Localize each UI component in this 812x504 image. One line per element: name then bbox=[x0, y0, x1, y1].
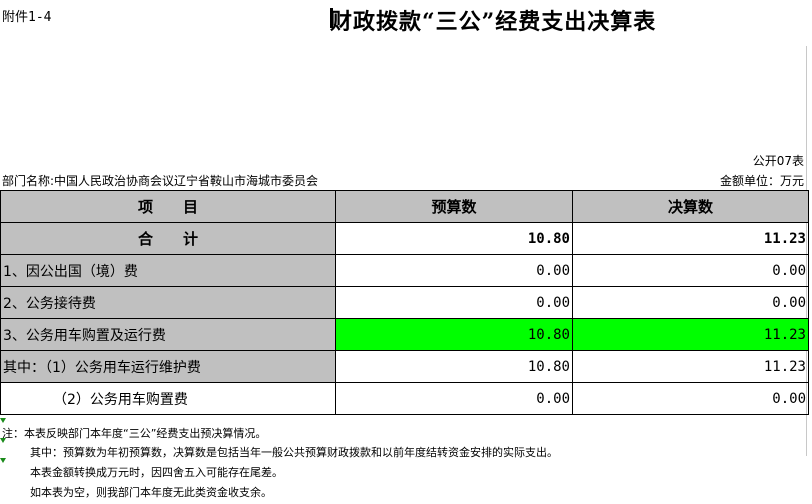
row-budget[interactable]: 10.80 bbox=[335, 318, 573, 351]
note-line: 本表金额转换成万元时，因四舍五入可能存在尾差。 bbox=[30, 466, 283, 479]
header-row: 项 目 预算数 决算数 bbox=[0, 190, 809, 223]
row-budget[interactable]: 0.00 bbox=[335, 286, 573, 319]
expense-table: 项 目 预算数 决算数 合 计 10.80 11.23 1、因公出国（境）费 0… bbox=[0, 190, 809, 415]
form-number: 公开07表 bbox=[752, 154, 804, 168]
row-label[interactable]: 2、公务接待费 bbox=[0, 286, 336, 319]
note-line: 其中：预算数为年初预算数，决算数是包括当年一般公共预算财政拨款和以前年度结转资金… bbox=[30, 446, 558, 459]
header-item[interactable]: 项 目 bbox=[0, 190, 336, 223]
row-budget[interactable]: 10.80 bbox=[335, 350, 573, 383]
page-title: 财政拨款“三公”经费支出决算表 bbox=[330, 9, 657, 35]
row-final[interactable]: 11.23 bbox=[572, 350, 809, 383]
table-row: 1、因公出国（境）费 0.00 0.00 bbox=[0, 254, 809, 287]
department-name: 部门名称:中国人民政治协商会议辽宁省鞍山市海城市委员会 bbox=[2, 174, 319, 188]
row-final[interactable]: 0.00 bbox=[572, 254, 809, 287]
total-label[interactable]: 合 计 bbox=[0, 222, 336, 255]
error-marker-icon bbox=[0, 418, 6, 423]
error-marker-icon bbox=[0, 458, 6, 463]
row-label[interactable]: 1、因公出国（境）费 bbox=[0, 254, 336, 287]
table-row: 3、公务用车购置及运行费 10.80 11.23 bbox=[0, 318, 809, 351]
header-final[interactable]: 决算数 bbox=[572, 190, 809, 223]
row-budget[interactable]: 0.00 bbox=[335, 382, 573, 415]
row-final[interactable]: 0.00 bbox=[572, 286, 809, 319]
row-final[interactable]: 0.00 bbox=[572, 382, 809, 415]
note-line: 注：本表反映部门本年度“三公”经费支出预决算情况。 bbox=[2, 427, 267, 440]
table-row: （2）公务用车购置费 0.00 0.00 bbox=[0, 382, 809, 415]
attachment-label: 附件1-4 bbox=[2, 10, 52, 25]
table-row: 2、公务接待费 0.00 0.00 bbox=[0, 286, 809, 319]
note-line: 如本表为空，则我部门本年度无此类资金收支余。 bbox=[30, 486, 272, 499]
total-final[interactable]: 11.23 bbox=[572, 222, 809, 255]
total-row: 合 计 10.80 11.23 bbox=[0, 222, 809, 255]
row-label[interactable]: （2）公务用车购置费 bbox=[0, 382, 336, 415]
row-final[interactable]: 11.23 bbox=[572, 318, 809, 351]
table-row: 其中：（1）公务用车运行维护费 10.80 11.23 bbox=[0, 350, 809, 383]
row-budget[interactable]: 0.00 bbox=[335, 254, 573, 287]
header-budget[interactable]: 预算数 bbox=[335, 190, 573, 223]
total-budget[interactable]: 10.80 bbox=[335, 222, 573, 255]
row-label[interactable]: 其中：（1）公务用车运行维护费 bbox=[0, 350, 336, 383]
row-label[interactable]: 3、公务用车购置及运行费 bbox=[0, 318, 336, 351]
amount-unit: 金额单位：万元 bbox=[719, 174, 804, 188]
